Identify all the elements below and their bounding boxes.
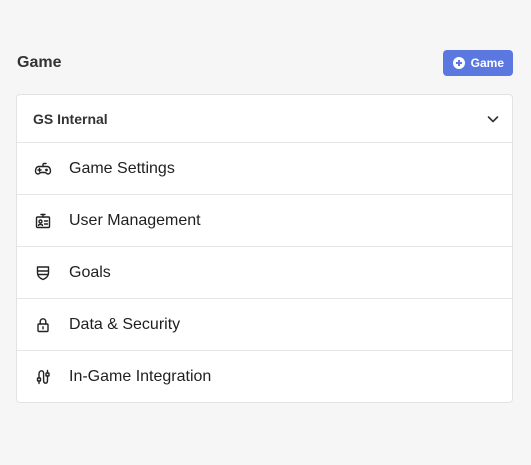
menu-item-in-game-integration[interactable]: In-Game Integration [17,351,512,402]
section-title: GS Internal [33,110,108,127]
add-game-button[interactable]: Game [442,50,513,76]
settings-card: GS Internal Game Settings User Managemen… [16,94,513,403]
menu-item-label: Data & Security [69,315,181,333]
integration-icon [33,367,53,387]
menu-item-label: User Management [69,211,201,229]
id-badge-icon [33,211,53,231]
chevron-down-icon [486,112,500,126]
page: Game Game GS Internal Game Settings User… [0,0,531,465]
menu-item-user-management[interactable]: User Management [17,195,512,247]
page-header: Game Game [17,50,513,76]
menu-item-label: In-Game Integration [69,368,212,385]
lock-icon [33,315,53,335]
menu-item-goals[interactable]: Goals [17,247,512,299]
gamepad-icon [33,159,53,179]
menu-item-label: Goals [69,263,111,281]
menu-item-label: Game Settings [69,159,175,177]
add-game-button-label: Game [470,56,504,70]
shield-icon [33,263,53,283]
menu-item-game-settings[interactable]: Game Settings [17,143,512,195]
menu-item-data-security[interactable]: Data & Security [17,299,512,351]
section-toggle[interactable]: GS Internal [17,95,512,143]
page-title: Game [17,54,62,71]
plus-circle-icon [452,57,465,69]
